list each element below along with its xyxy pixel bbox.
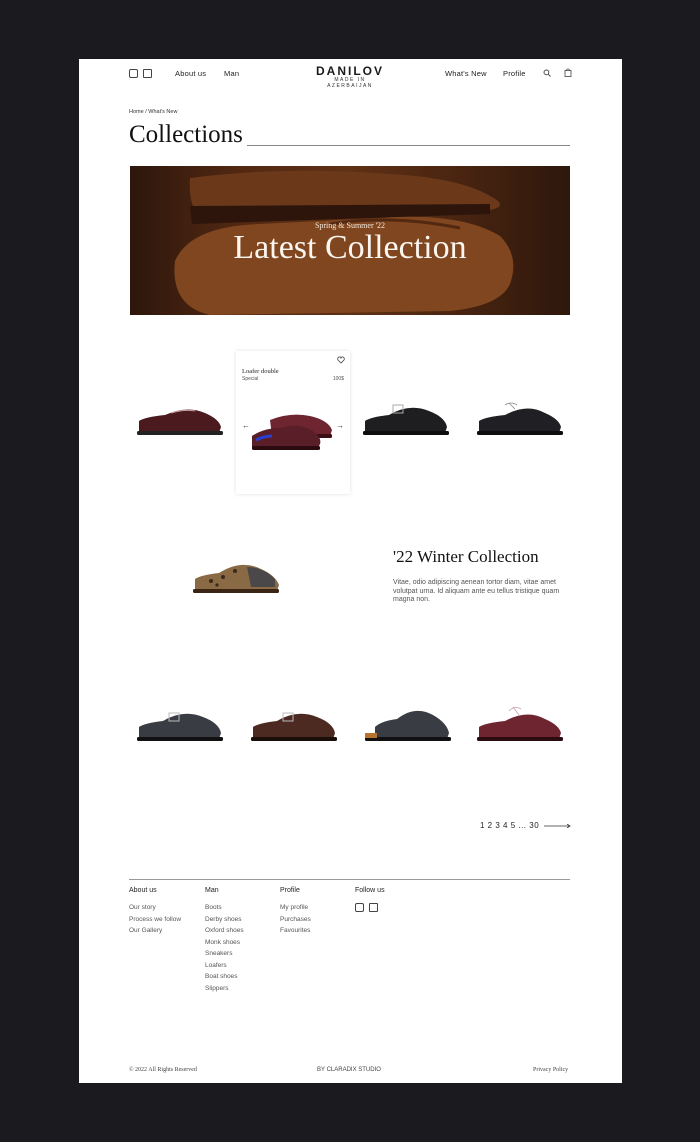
footer-link[interactable]: Our story: [129, 902, 181, 914]
footer-heading: Follow us: [355, 887, 385, 894]
breadcrumb: Home / What's New: [129, 109, 177, 115]
footer-link[interactable]: My profile: [280, 902, 311, 914]
breadcrumb-home[interactable]: Home: [129, 109, 144, 115]
card-next-arrow[interactable]: →: [336, 421, 344, 430]
instagram-icon[interactable]: [129, 69, 138, 78]
copyright: © 2022 All Rights Reserved: [129, 1067, 197, 1073]
facebook-icon[interactable]: [369, 903, 378, 912]
search-icon[interactable]: [543, 69, 551, 77]
footer-link[interactable]: Derby shoes: [205, 914, 244, 926]
product-shoe-brown-monk[interactable]: [249, 705, 341, 747]
footer-col-about: About us Our story Process we follow Our…: [129, 887, 181, 937]
footer-link[interactable]: Oxford shoes: [205, 925, 244, 937]
privacy-policy-link[interactable]: Privacy Policy: [533, 1067, 568, 1073]
winter-collection-title: '22 Winter Collection: [393, 547, 539, 566]
footer-heading: Profile: [280, 887, 300, 894]
featured-product-card[interactable]: Loafer double Special 100$ ← →: [236, 351, 350, 494]
instagram-icon[interactable]: [355, 903, 364, 912]
logo-name: DANILOV: [316, 64, 384, 78]
product-shoe-burgundy-oxford[interactable]: [475, 703, 567, 747]
nav-whats-new[interactable]: What's New: [445, 69, 487, 78]
footer-link[interactable]: Purchases: [280, 914, 311, 926]
card-product-type: Special: [242, 376, 259, 382]
footer-link[interactable]: Monk shoes: [205, 937, 244, 949]
footer-divider: [129, 879, 570, 880]
footer-heading: Man: [205, 887, 219, 894]
card-product-name: Loafer double: [242, 368, 279, 375]
footer-link[interactable]: Our Gallery: [129, 925, 181, 937]
nav-profile[interactable]: Profile: [503, 69, 526, 78]
hero-title: Latest Collection: [233, 229, 467, 266]
pagination-pages[interactable]: 1 2 3 4 5 ... 30: [480, 821, 539, 830]
bag-icon[interactable]: [564, 68, 572, 77]
footer-heading: About us: [129, 887, 157, 894]
footer-link[interactable]: Boat shoes: [205, 971, 244, 983]
breadcrumb-separator: /: [145, 109, 147, 115]
heart-icon[interactable]: [337, 356, 345, 364]
product-shoe-black-monk[interactable]: [361, 397, 453, 441]
winter-shoe-leopard[interactable]: [191, 557, 283, 597]
facebook-icon[interactable]: [143, 69, 152, 78]
product-shoe-charcoal-mule[interactable]: [361, 703, 453, 747]
card-prev-arrow[interactable]: ←: [242, 421, 250, 430]
logo[interactable]: DANILOV MADE IN AZERBAIJAN: [311, 65, 389, 89]
product-shoe-black-oxford[interactable]: [475, 399, 567, 441]
studio-credit[interactable]: BY CLARADIX STUDIO: [317, 1067, 381, 1073]
footer-link[interactable]: Loafers: [205, 960, 244, 972]
footer-col-follow: Follow us: [355, 887, 385, 912]
pagination-next-arrow[interactable]: [544, 824, 571, 828]
card-shoe-image: [252, 414, 332, 450]
nav-man[interactable]: Man: [224, 69, 239, 78]
footer-col-man: Man Boots Derby shoes Oxford shoes Monk …: [205, 887, 244, 994]
product-shoe-charcoal-monk[interactable]: [135, 705, 227, 747]
footer-link[interactable]: Process we follow: [129, 914, 181, 926]
page: About us Man DANILOV MADE IN AZERBAIJAN …: [79, 59, 622, 1083]
product-shoe-oxblood[interactable]: [135, 399, 227, 441]
footer-link[interactable]: Sneakers: [205, 948, 244, 960]
page-title: Collections: [129, 121, 243, 148]
hero-banner[interactable]: Spring & Summer '22 Latest Collection: [130, 166, 570, 315]
title-divider: [247, 145, 570, 146]
logo-subtitle: MADE IN AZERBAIJAN: [327, 77, 373, 89]
footer-col-profile: Profile My profile Purchases Favourites: [280, 887, 311, 937]
nav-about-us[interactable]: About us: [175, 69, 206, 78]
footer-link[interactable]: Slippers: [205, 983, 244, 995]
breadcrumb-current[interactable]: What's New: [148, 109, 177, 115]
footer-link[interactable]: Favourites: [280, 925, 311, 937]
winter-collection-text: Vitae, odio adipiscing aenean tortor dia…: [393, 579, 560, 603]
card-product-price: 100$: [332, 376, 344, 382]
footer-link[interactable]: Boots: [205, 902, 244, 914]
